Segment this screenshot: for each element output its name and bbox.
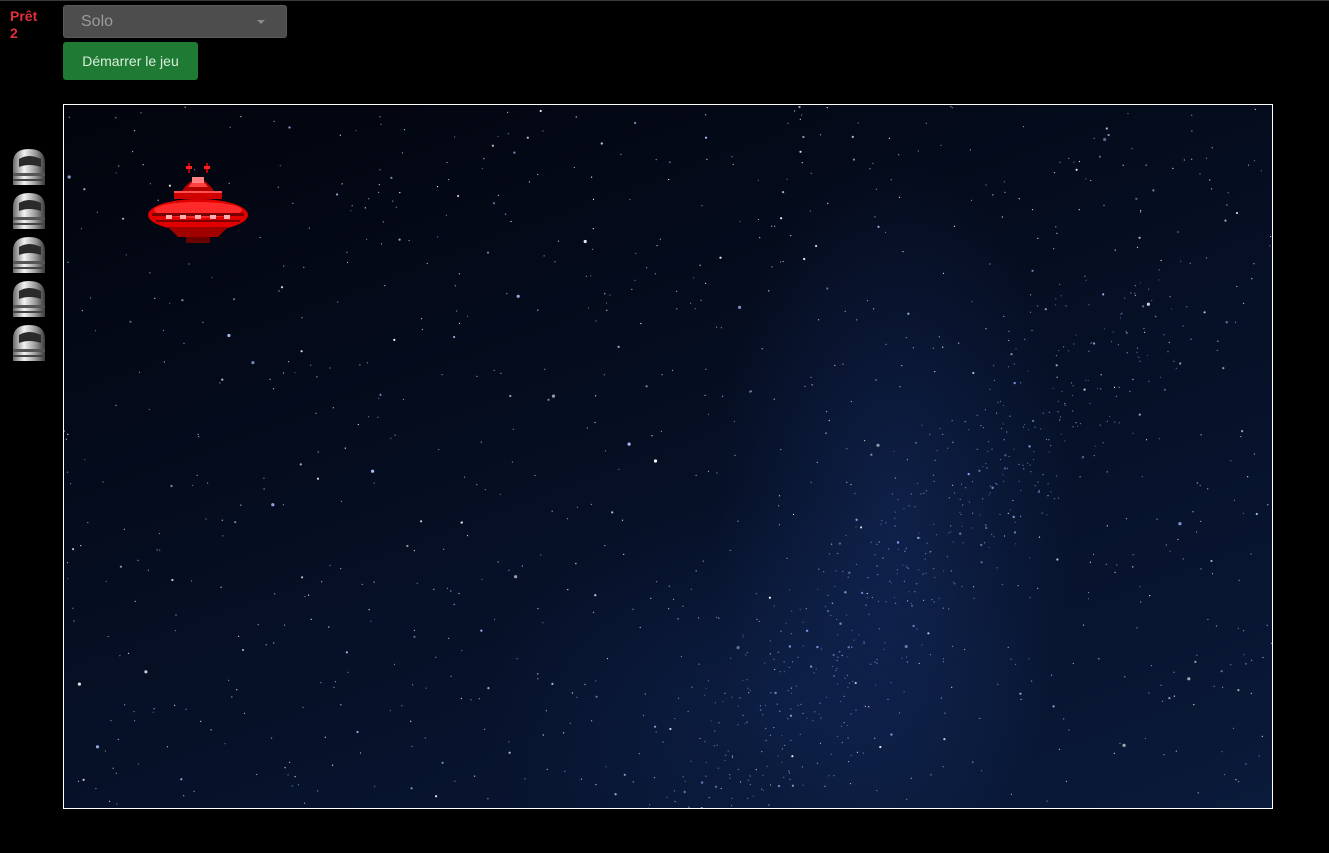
status-panel: Prêt 2	[10, 8, 37, 42]
mode-select[interactable]: Solo	[63, 5, 287, 38]
helmet-icon	[13, 193, 45, 229]
ufo-enemy	[148, 163, 248, 243]
status-label: Prêt	[10, 8, 38, 24]
helmet-icon	[13, 325, 45, 361]
status-count: 2	[10, 25, 18, 41]
helmet-icon	[13, 149, 45, 185]
chevron-down-icon	[257, 20, 265, 24]
game-canvas[interactable]	[63, 104, 1273, 809]
helmet-icon	[13, 281, 45, 317]
helmet-icon	[13, 237, 45, 273]
lives-panel	[9, 147, 49, 367]
top-border	[0, 0, 1329, 1]
mode-select-value: Solo	[81, 13, 114, 30]
start-game-button[interactable]: Démarrer le jeu	[63, 42, 198, 80]
